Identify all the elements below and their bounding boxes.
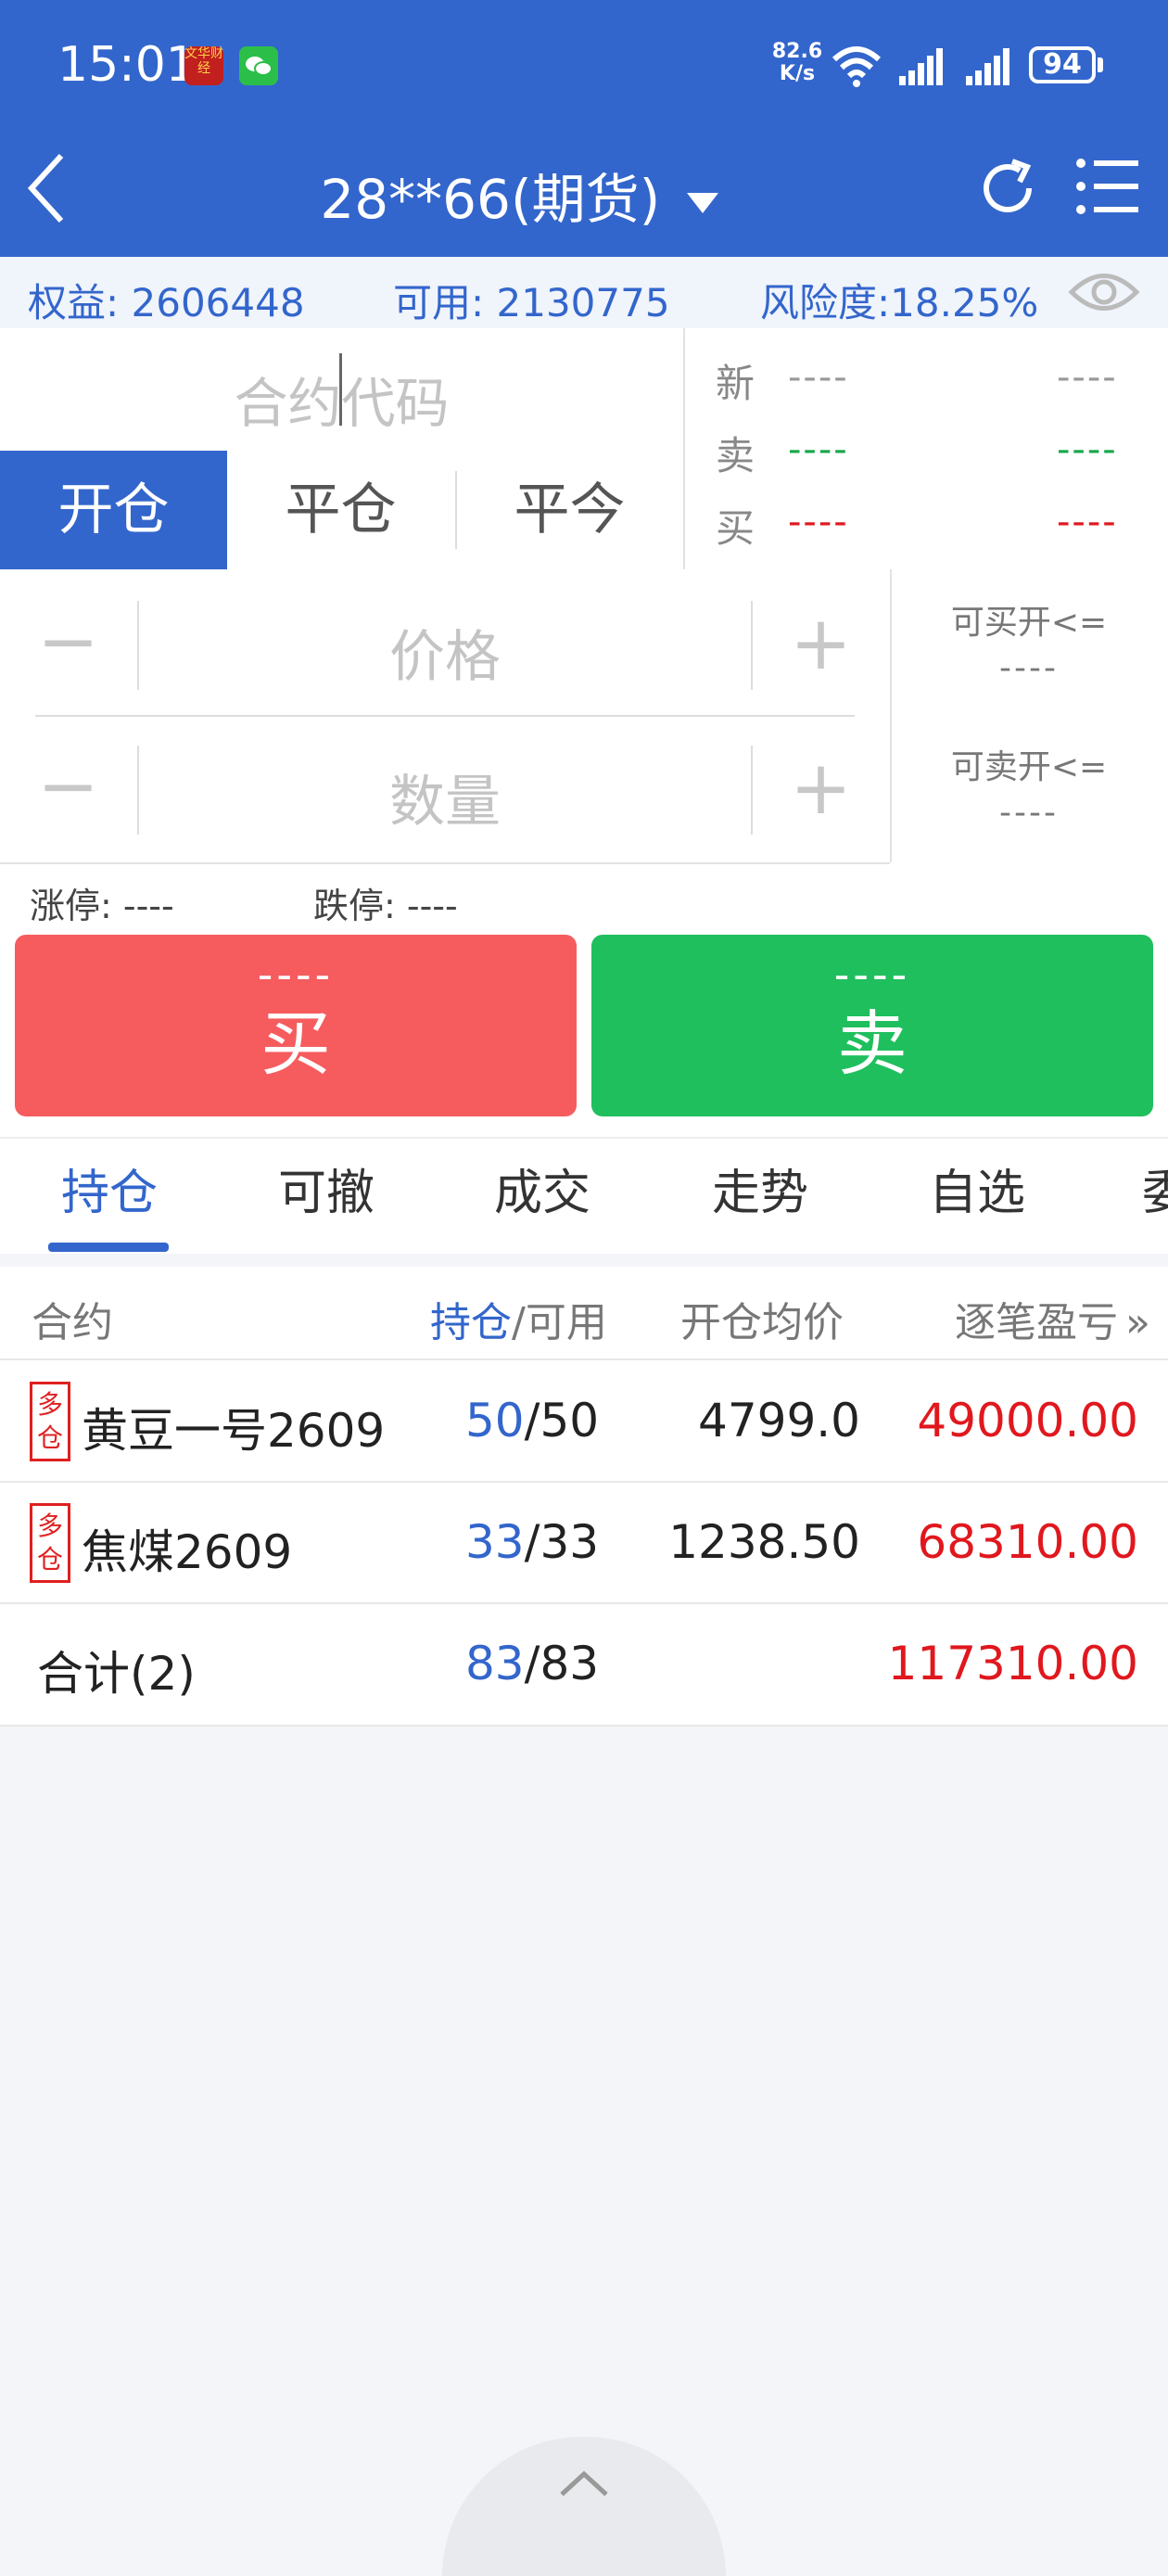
row-pnl: 49000.00 [917,1394,1138,1447]
battery-level: 94 [1029,46,1096,83]
risk-text: 风险度:18.25% [760,280,1039,325]
divider [751,746,753,835]
can-sell-value: ---- [999,794,1059,832]
signal-icon-1 [897,46,946,89]
price-input[interactable]: 价格 [139,612,751,693]
wechat-icon [239,46,278,85]
row-avg-price: 1238.50 [668,1515,860,1569]
total-pnl: 117310.00 [887,1637,1138,1690]
quote-ask-value-2: ---- [1057,428,1118,471]
row-divider [0,1481,1168,1483]
active-tab-indicator [48,1243,169,1252]
quantity-minus-button[interactable]: − [37,749,99,823]
buy-label: 买 [260,1002,331,1085]
tab-trend[interactable]: 走势 [712,1154,808,1223]
limit-down-text: 跌停: ---- [313,886,458,926]
row-divider [0,1602,1168,1604]
row-pnl: 68310.00 [917,1515,1138,1569]
can-sell-label: 可卖开<= [950,748,1108,786]
sell-price: ---- [833,950,911,1000]
quantity-input[interactable]: 数量 [139,757,751,837]
header-avg-price: 开仓均价 [680,1299,844,1346]
sell-label: 卖 [837,1002,908,1085]
available-text: 可用: 2130775 [393,280,670,325]
equity-text: 权益: 2606448 [28,280,305,325]
wifi-icon [831,45,882,91]
divider [751,601,753,690]
can-buy-label: 可买开<= [950,604,1108,642]
back-chevron-left-icon[interactable] [20,148,76,232]
buy-button[interactable]: ---- 买 [15,935,577,1116]
battery-tip [1098,57,1103,72]
triangle-down-icon [686,192,718,213]
tab-cancelable[interactable]: 可撤 [278,1154,375,1223]
tab-orders[interactable]: 委 [1142,1154,1168,1223]
chevron-up-icon[interactable] [556,2467,612,2504]
row-avg-price: 4799.0 [698,1394,860,1447]
tab-positions[interactable]: 持仓 [61,1154,158,1223]
tab-close-today[interactable]: 平今 [456,451,683,569]
more-arrow-icon: » [1125,1299,1150,1346]
row-divider [0,1358,1168,1360]
buy-price: ---- [257,950,335,1000]
price-minus-button[interactable]: − [37,605,99,679]
quantity-plus-button[interactable]: + [790,751,852,825]
total-hold-available: 83/83 [465,1637,600,1690]
row-contract-name: 黄豆一号2609 [82,1404,386,1458]
row-contract-name: 焦煤2609 [82,1525,293,1579]
header-pnl[interactable]: 逐笔盈亏» [955,1289,1150,1348]
wenhua-app-icon: 文华财经 [184,46,223,85]
network-speed: 82.6 K/s [771,40,823,85]
tab-close[interactable]: 平仓 [227,451,454,569]
account-title[interactable]: 28**66(期货) [278,156,760,234]
signal-icon-2 [964,46,1012,89]
menu-list-icon[interactable] [1075,158,1140,219]
refresh-icon[interactable] [975,156,1040,224]
text-cursor [339,353,342,426]
total-label: 合计(2) [37,1647,196,1701]
row-hold-available: 33/33 [465,1515,600,1569]
quote-label-ask: 卖 [716,433,755,478]
row-hold-available: 50/50 [465,1394,600,1447]
can-buy-value: ---- [999,649,1059,687]
quote-label-bid: 买 [716,505,755,551]
header-contract: 合约 [32,1299,113,1346]
header-hold-available: 持仓/可用 [430,1299,607,1346]
limit-row [0,864,1168,935]
long-position-badge: 多仓 [30,1382,70,1461]
account-summary-bar: 权益: 2606448 可用: 2130775 风险度:18.25% [0,257,1168,328]
quote-bid-value-2: ---- [1057,501,1118,543]
row-divider [0,1725,1168,1727]
quote-label-last: 新 [716,361,755,406]
limit-up-text: 涨停: ---- [30,886,174,926]
expand-handle[interactable] [442,2437,726,2576]
sell-button[interactable]: ---- 卖 [591,935,1153,1116]
quote-bid-value-1: ---- [788,501,849,543]
quote-last-value-2: ---- [1057,356,1118,399]
quote-ask-value-1: ---- [788,428,849,471]
tab-open[interactable]: 开仓 [0,451,227,569]
tab-watchlist[interactable]: 自选 [929,1154,1025,1223]
divider-line [35,715,855,717]
quote-last-value-1: ---- [788,356,849,399]
eye-icon[interactable] [1068,267,1140,321]
price-plus-button[interactable]: + [790,606,852,681]
tab-trades[interactable]: 成交 [494,1154,590,1223]
long-position-badge: 多仓 [30,1503,70,1583]
status-time: 15:01 [57,37,197,93]
